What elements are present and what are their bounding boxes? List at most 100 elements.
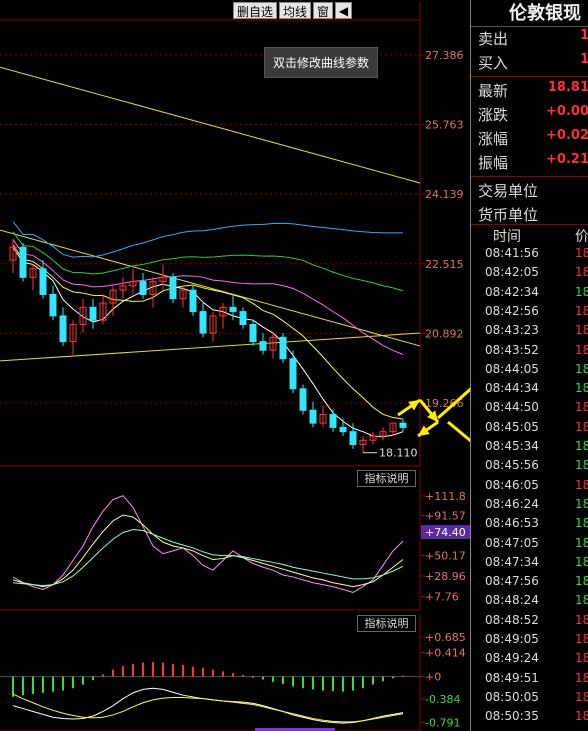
- trade-price: 18: [575, 246, 588, 260]
- quote-row: 涨幅 +0.02: [471, 128, 588, 152]
- quote-row-label: 涨幅: [478, 130, 509, 148]
- trade-price: 18: [575, 342, 588, 357]
- indicator-help-button-1[interactable]: 指标说明: [357, 470, 416, 487]
- quote-row-value: +0.00: [546, 104, 588, 119]
- trade-time: 08:48:52: [485, 612, 539, 627]
- osc-line-2: [12, 514, 404, 588]
- chart-area[interactable]: 27.386 25.763 24.139 22.515 20.892 19.266 18.1…: [0, 0, 470, 731]
- trade-price: 18: [575, 670, 588, 685]
- quote-row: 买入 1: [471, 52, 588, 76]
- candle-body: [329, 414, 337, 428]
- trade-time: 08:50:05: [485, 689, 539, 704]
- trade-time: 08:47:56: [485, 574, 539, 589]
- trade-time: 08:47:05: [485, 535, 539, 550]
- price-axis-label: 27.386: [425, 49, 464, 62]
- candle-body: [169, 276, 177, 300]
- trade-time: 08:42:05: [485, 265, 539, 280]
- candle-body: [239, 311, 247, 325]
- trade-time: 08:42:56: [485, 303, 539, 318]
- instrument-title: 伦敦银现: [471, 0, 588, 27]
- edit-curve-tooltip: 双击修改曲线参数: [264, 47, 379, 78]
- trade-price: 18: [575, 535, 588, 550]
- chart-toolbar: 删自选 均线 窗 ◀: [232, 2, 352, 19]
- trade-price: 18: [575, 381, 588, 396]
- candle-body: [89, 306, 97, 321]
- candle-body: [289, 358, 297, 390]
- annotation-arrow: [447, 420, 470, 443]
- candle-body: [229, 306, 237, 313]
- trade-time: 08:43:52: [485, 342, 539, 357]
- trade-price: 18: [575, 439, 588, 453]
- trade-time: 08:45:34: [485, 439, 539, 453]
- osc-axis-label: +74.40: [425, 526, 466, 539]
- osc-line-1: [12, 495, 404, 593]
- trade-price: 18: [575, 265, 588, 280]
- trade-time: 08:49:51: [485, 670, 539, 685]
- trade-time: 08:46:53: [485, 516, 539, 531]
- trade-price: 18: [575, 284, 588, 299]
- quote-row-label: 涨跌: [478, 106, 509, 124]
- candle-body: [49, 293, 57, 317]
- quote-row-label: 振幅: [478, 154, 509, 172]
- trade-time: 08:49:05: [485, 632, 539, 646]
- quote-row: 卖出 1: [471, 28, 588, 52]
- quote-row: 最新 18.81: [471, 80, 588, 104]
- time-column-header: 时间: [493, 229, 521, 245]
- trade-time: 08:44:50: [485, 400, 539, 415]
- candle-body: [249, 323, 257, 343]
- trade-time: 08:47:34: [485, 554, 539, 569]
- trade-price: 18: [575, 303, 588, 318]
- quote-row: 涨跌 +0.00: [471, 104, 588, 128]
- trade-price: 18: [575, 400, 588, 415]
- trade-price: 18: [575, 612, 588, 627]
- candle-body: [19, 246, 27, 278]
- candle-body: [59, 315, 67, 343]
- price-axis-label: 24.139: [425, 188, 464, 201]
- quote-row-label: 交易单位: [478, 182, 539, 200]
- trade-price: 18: [575, 496, 588, 511]
- trade-price: 18: [575, 323, 588, 338]
- trade-price: 18: [575, 709, 588, 724]
- moving-average-button[interactable]: 均线: [278, 2, 311, 19]
- ma-60-line: [12, 231, 404, 292]
- trade-price: 18: [575, 516, 588, 531]
- trade-price: 18: [575, 574, 588, 589]
- trade-time: 08:46:24: [485, 496, 539, 511]
- candle-body: [139, 281, 147, 295]
- macd-axis-label: -0.791: [425, 717, 460, 730]
- quote-separator: [471, 224, 588, 225]
- indicator-help-button-2[interactable]: 指标说明: [357, 615, 416, 632]
- osc-axis-label: +7.76: [425, 590, 459, 603]
- delete-watchlist-button[interactable]: 删自选: [232, 2, 277, 19]
- candle-body: [299, 388, 307, 411]
- quote-row-value: 1: [580, 28, 588, 43]
- candle-body: [39, 268, 47, 295]
- annotation-arrow: [437, 387, 470, 420]
- window-button[interactable]: 窗: [312, 2, 333, 19]
- trade-price: 18: [575, 593, 588, 608]
- trade-time: 08:50:35: [485, 709, 539, 724]
- macd-dif-line: [12, 687, 404, 724]
- quote-row-value: 18.81: [547, 80, 588, 95]
- candle-body: [199, 311, 207, 334]
- price-axis-label: 22.515: [425, 258, 464, 271]
- trade-time: 08:44:05: [485, 361, 539, 376]
- trade-time: 08:45:05: [485, 419, 539, 434]
- ma-10-line: [12, 244, 404, 420]
- collapse-arrow-icon[interactable]: ◀: [335, 2, 352, 19]
- quote-row: 交易单位: [471, 180, 588, 204]
- macd-axis-label: +0: [425, 671, 441, 684]
- trade-time: 08:49:24: [485, 651, 539, 666]
- candle-body: [259, 341, 267, 351]
- macd-axis-label: -0.384: [425, 693, 460, 706]
- trade-time: 08:44:34: [485, 381, 539, 396]
- low-price-annotation: 18.110: [379, 447, 418, 460]
- price-axis-label: 20.892: [425, 327, 464, 340]
- candle-body: [309, 409, 317, 424]
- trade-price: 18: [575, 361, 588, 376]
- trade-price: 18: [575, 477, 588, 492]
- candle-body: [339, 426, 347, 433]
- ma-long-line: [12, 221, 404, 258]
- quote-panel: 伦敦银现 卖出 1 买入 1 最新 18.81 涨跌 +0.00 涨幅 +0.02 振幅 +0.21 交…: [470, 0, 588, 731]
- quote-row-label: 买入: [478, 54, 509, 72]
